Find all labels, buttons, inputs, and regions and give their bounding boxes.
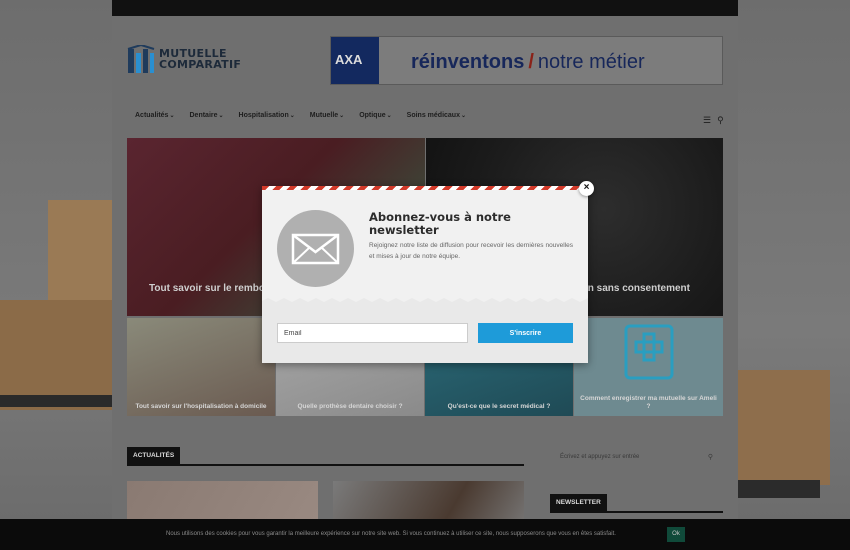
chevron-down-icon: ⌄ [386, 113, 392, 119]
nav-item-hospitalisation[interactable]: Hospitalisation⌄ [239, 112, 295, 128]
nav-icons: ☰ ⚲ [697, 115, 724, 126]
background-box [48, 200, 114, 310]
search-icon[interactable]: ⚲ [717, 115, 724, 125]
background-shelf [735, 480, 820, 498]
tile-title: Tout savoir sur l'hospitalisation à domi… [135, 403, 267, 410]
nav-label: Dentaire [189, 112, 218, 119]
main-nav: Actualités⌄ Dentaire⌄ Hospitalisation⌄ M… [135, 112, 481, 128]
section-divider [127, 464, 524, 466]
email-field[interactable] [277, 323, 468, 343]
nav-label: Soins médicaux [406, 112, 460, 119]
nav-label: Mutuelle [309, 112, 339, 119]
top-bar [112, 0, 738, 16]
cookie-ok-button[interactable]: Ok [667, 527, 685, 542]
popup-title: Abonnez-vous à notre newsletter [369, 210, 511, 237]
site-logo[interactable]: MUTUELLE COMPARATIF [127, 45, 252, 77]
chevron-down-icon: ⌄ [289, 113, 295, 119]
banner-slogan: réinventons / notre métier [411, 51, 645, 74]
axa-logo: AXA [331, 37, 379, 84]
nav-item-optique[interactable]: Optique⌄ [359, 112, 391, 128]
nav-item-soins-medicaux[interactable]: Soins médicaux⌄ [407, 112, 466, 128]
chevron-down-icon: ⌄ [169, 113, 175, 119]
axa-brand-text: AXA [335, 52, 363, 67]
tile-title: Comment enregistrer ma mutuelle sur Amel… [580, 395, 717, 410]
popup-description: Rejoignez notre liste de diffusion pour … [369, 242, 573, 260]
banner-slogan-rest: notre métier [537, 51, 645, 73]
menu-icon[interactable]: ☰ [703, 115, 711, 125]
background-box [735, 370, 830, 485]
envelope-badge [277, 210, 354, 287]
popup-header: Abonnez-vous à notre newsletter Rejoigne… [262, 190, 588, 298]
logo-text: MUTUELLE COMPARATIF [159, 48, 241, 70]
chevron-down-icon: ⌄ [460, 113, 466, 119]
logo-line-2: COMPARATIF [159, 58, 242, 71]
tile-title: Qu'est-ce que le secret médical ? [447, 403, 551, 410]
banner-slash: / [528, 51, 534, 73]
sidebar-search-input[interactable]: Écrivez et appuyez sur entrée ⚲ [550, 448, 723, 468]
ad-banner[interactable]: AXA réinventons / notre métier [330, 36, 723, 85]
nav-item-mutuelle[interactable]: Mutuelle⌄ [310, 112, 344, 128]
tile-title: Quelle prothèse dentaire choisir ? [297, 403, 403, 410]
article-tile[interactable]: Comment enregistrer ma mutuelle sur Amel… [574, 318, 723, 416]
chevron-down-icon: ⌄ [218, 113, 224, 119]
banner-slogan-bold: réinventons [411, 51, 525, 73]
background-box [0, 300, 112, 410]
section-label-news: ACTUALITÉS [127, 447, 181, 464]
zigzag-divider [262, 294, 588, 302]
article-tile[interactable]: Tout savoir sur l'hospitalisation à domi… [127, 318, 275, 416]
nav-label: Optique [359, 112, 386, 119]
envelope-icon [291, 233, 340, 265]
search-placeholder: Écrivez et appuyez sur entrée [560, 454, 640, 460]
logo-mark-icon [127, 45, 155, 73]
search-icon: ⚲ [707, 454, 713, 461]
cookie-text: Nous utilisons des cookies pour vous gar… [166, 531, 616, 537]
nav-label: Actualités [135, 112, 169, 119]
section-divider [550, 511, 723, 513]
subscribe-button[interactable]: S'inscrire [478, 323, 573, 343]
close-icon[interactable]: × [579, 181, 594, 196]
nav-label: Hospitalisation [238, 112, 289, 119]
background-shelf [0, 395, 112, 407]
nav-item-actualites[interactable]: Actualités⌄ [135, 112, 175, 128]
medical-card-icon [624, 324, 674, 380]
cookie-bar: Nous utilisons des cookies pour vous gar… [0, 519, 850, 550]
newsletter-popup: Abonnez-vous à notre newsletter Rejoigne… [262, 186, 588, 363]
nav-item-dentaire[interactable]: Dentaire⌄ [190, 112, 224, 128]
hero-title: Tout savoir sur le rembou [149, 283, 272, 294]
section-label-newsletter: NEWSLETTER [550, 494, 607, 511]
hero-title: on sans consentement [581, 283, 690, 294]
chevron-down-icon: ⌄ [339, 113, 345, 119]
